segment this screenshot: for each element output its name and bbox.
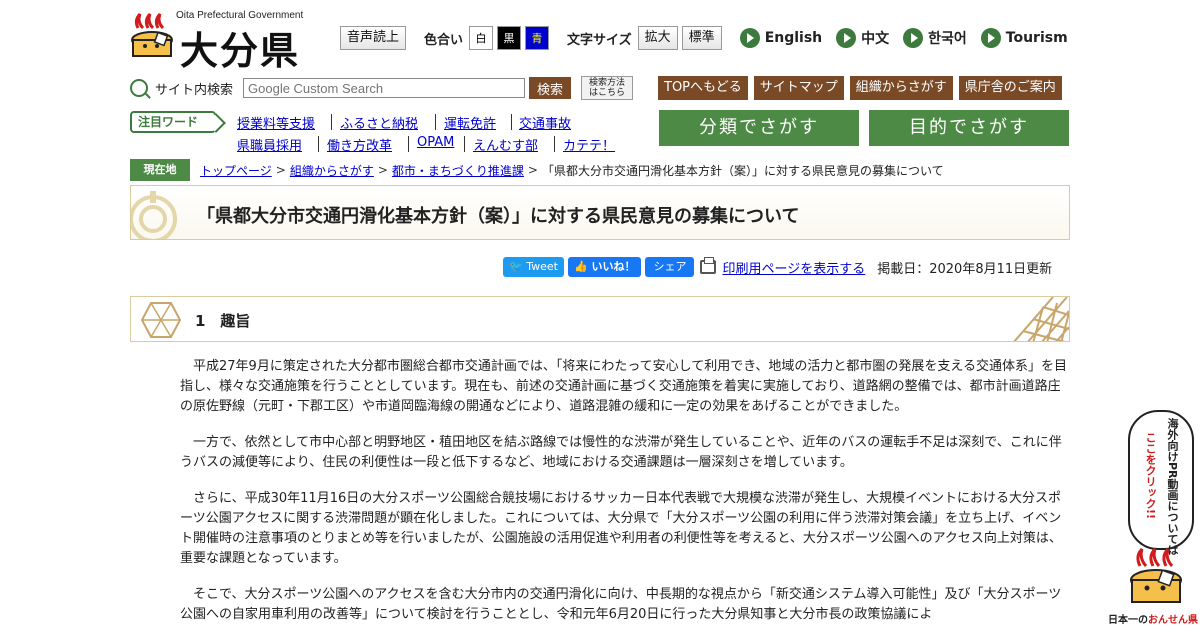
play-arrow-icon [836,28,857,48]
keyword-link[interactable]: カテテ！ [563,135,615,154]
breadcrumb: 現在地 トップページ > 組織からさがす > 都市・まちづくり推進課 > 「県都… [130,158,944,182]
lang-chinese[interactable]: 中文 [836,28,889,48]
search-label: サイト内検索 [155,82,234,98]
divider [331,114,332,130]
search-button[interactable]: 検索 [529,77,572,99]
breadcrumb-current: 「県都大分市交通円滑化基本方針（案）」に対する県民意見の募集について [541,163,944,178]
bamboo-weave-decoration [1013,297,1069,341]
breadcrumb-link[interactable]: 都市・まちづくり推進課 [392,162,524,179]
divider [554,136,555,152]
share-bar: 🐦 Tweet 👍 いいね！ シェア 印刷用ページを表示する 掲載日：2020年… [503,257,1052,277]
banner-cta: ここをクリック!! [1144,432,1157,520]
top-link[interactable]: TOPへもどる [658,76,748,100]
page-title: 「県都大分市交通円滑化基本方針（案）」に対する県民意見の募集について [197,206,800,227]
read-aloud-button[interactable]: 音声読上 [340,26,407,50]
share-button[interactable]: シェア [645,257,695,277]
play-arrow-icon [903,28,924,48]
lang-tourism[interactable]: Tourism [980,28,1068,48]
search-input[interactable] [243,78,526,98]
color-label: 色合い [424,32,464,48]
paragraph: そこで、大分スポーツ公園へのアクセスを含む大分市内の交通円滑化に向け、中長期的な… [180,587,1062,622]
color-blue-button[interactable]: 青 [525,26,550,50]
pr-video-banner[interactable]: 海外向けPR動画については ここをクリック!! 日本一のおんせん県 [1108,410,1200,630]
print-page-link[interactable]: 印刷用ページを表示する [722,258,865,277]
divider [318,136,319,152]
keyword-link[interactable]: ふるさと納税 [340,113,418,132]
breadcrumb-label: 現在地 [130,159,190,181]
onsen-logo-icon [131,12,173,57]
color-white-button[interactable]: 白 [469,26,494,50]
keyword-link[interactable]: 運転免許 [444,113,496,132]
font-enlarge-button[interactable]: 拡大 [637,26,678,50]
paragraph: 平成27年9月に策定された大分都市圏総合都市交通計画では、「将来にわたって安心し… [180,359,1067,414]
keyword-link[interactable]: えんむす部 [473,135,538,154]
site-search: サイト内検索 検索 検索方法はこちら [130,76,634,100]
divider [511,114,512,130]
search-icon [130,79,148,97]
onsen-mascot-icon [1130,547,1182,603]
keyword-link[interactable]: 働き方改革 [327,135,392,154]
posted-date: 掲載日：2020年8月11日更新 [877,261,1053,277]
lang-korean[interactable]: 한국어 [903,28,967,48]
speech-bubble [1128,410,1194,550]
breadcrumb-link[interactable]: 組織からさがす [290,162,374,179]
hexagon-weave-icon [141,302,181,338]
sitemap-link[interactable]: サイトマップ [753,76,844,100]
color-black-button[interactable]: 黒 [497,26,522,50]
site-logo[interactable]: Oita Prefectural Government 大分県 [130,8,320,73]
browse-by-purpose-button[interactable]: 目的でさがす [869,110,1069,146]
banner-text: 海外向けPR動画については [1166,418,1179,556]
quick-links: TOPへもどる サイトマップ 組織からさがす 県庁舎のご案内 [658,76,1068,100]
play-arrow-icon [739,28,760,48]
paragraph: さらに、平成30年11月16日の大分スポーツ公園総合競技場におけるサッカー日本代… [180,491,1062,566]
keyword-link[interactable]: 授業料等支援 [237,113,315,132]
keyword-link[interactable]: 県職員採用 [237,135,302,154]
divider [435,114,436,130]
font-standard-button[interactable]: 標準 [681,26,722,50]
keyword-link[interactable]: 交通事故 [519,113,571,132]
printer-icon [700,257,717,274]
twitter-bird-icon: 🐦 [509,260,527,273]
site-name: 大分県 [180,28,301,73]
thumbs-up-icon: 👍 [573,260,592,273]
search-howto-button[interactable]: 検索方法はこちら [581,76,634,100]
page-title-box: 「県都大分市交通円滑化基本方針（案）」に対する県民意見の募集について [130,185,1070,240]
divider [464,136,465,152]
section-heading-box: 1 趣旨 [130,296,1070,342]
like-button[interactable]: 👍 いいね！ [567,257,642,277]
tweet-button[interactable]: 🐦 Tweet [503,257,564,277]
font-size-label: 文字サイズ [567,32,632,48]
browse-by-category-button[interactable]: 分類でさがす [659,110,859,146]
office-guide-link[interactable]: 県庁舎のご案内 [958,76,1062,100]
keywords-label: 注目ワード [130,111,216,133]
play-arrow-icon [980,28,1001,48]
accessibility-tools: 音声読上 色合い 白 黒 青 文字サイズ 拡大 標準 English 中文 한국… [340,25,1068,51]
section-heading: 1 趣旨 [195,312,251,330]
banner-caption: 日本一のおんせん県 [1108,615,1198,626]
divider [408,136,409,152]
keyword-link[interactable]: OPAM [417,135,454,150]
lang-english[interactable]: English [739,28,822,48]
paragraph: 一方で、依然として市中心部と明野地区・稙田地区を結ぶ路線では慢性的な渋滞が発生し… [180,435,1062,470]
org-search-link[interactable]: 組織からさがす [849,76,953,100]
breadcrumb-link[interactable]: トップページ [200,162,272,179]
emblem-icon [131,191,177,239]
section-body: 平成27年9月に策定された大分都市圏総合都市交通計画では、「将来にわたって安心し… [180,357,1070,630]
